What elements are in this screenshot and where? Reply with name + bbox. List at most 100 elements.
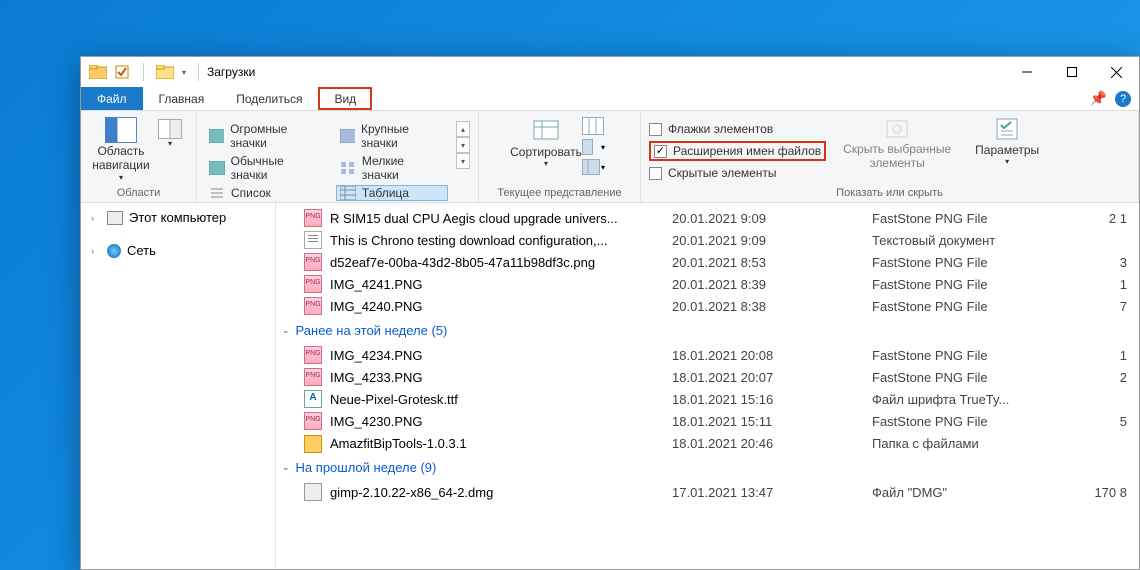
- folder-icon[interactable]: [154, 61, 176, 83]
- navpane-icon: [105, 117, 137, 143]
- sort-button[interactable]: Сортировать ▾: [514, 115, 578, 168]
- tab-file[interactable]: Файл: [81, 87, 143, 110]
- file-name: d52eaf7e-00ba-43d2-8b05-47a11b98df3c.png: [330, 255, 672, 270]
- titlebar: ▾ Загрузки: [81, 57, 1139, 87]
- chevron-down-icon: ▾: [119, 173, 123, 182]
- file-name: IMG_4230.PNG: [330, 414, 672, 429]
- columns-button[interactable]: [582, 117, 605, 135]
- sort-icon: [532, 117, 560, 143]
- file-row[interactable]: A Neue-Pixel-Grotesk.ttf18.01.2021 15:16Ф…: [276, 388, 1139, 410]
- checkbox-file-extensions[interactable]: Расширения имен файлов: [649, 141, 826, 161]
- chevron-down-icon: ▾: [1005, 157, 1009, 166]
- file-row[interactable]: PNGd52eaf7e-00ba-43d2-8b05-47a11b98df3c.…: [276, 251, 1139, 273]
- file-type: FastStone PNG File: [872, 211, 1047, 226]
- file-date: 18.01.2021 15:16: [672, 392, 872, 407]
- png-icon: PNG: [304, 275, 322, 293]
- checkbox-hidden-items[interactable]: Скрытые элементы: [649, 163, 826, 183]
- minimize-button[interactable]: [1004, 57, 1049, 87]
- png-icon: PNG: [304, 297, 322, 315]
- qat-dropdown-icon[interactable]: ▾: [178, 61, 190, 83]
- pin-icon[interactable]: 📌: [1090, 90, 1107, 107]
- tab-view[interactable]: Вид: [318, 87, 372, 110]
- file-size: 1: [1047, 348, 1139, 363]
- pc-icon: [107, 211, 123, 225]
- txt-icon: [304, 231, 322, 249]
- layout-small[interactable]: Мелкие значки: [336, 153, 448, 183]
- file-type: FastStone PNG File: [872, 414, 1047, 429]
- qat-checkbox-icon[interactable]: [111, 61, 133, 83]
- chevron-down-icon: ▾: [544, 159, 548, 168]
- file-row[interactable]: PNGIMG_4241.PNG20.01.2021 8:39FastStone …: [276, 273, 1139, 295]
- file-name: R SIM15 dual CPU Aegis cloud upgrade uni…: [330, 211, 672, 226]
- png-icon: PNG: [304, 368, 322, 386]
- chevron-right-icon: ›: [91, 246, 101, 256]
- layout-large[interactable]: Крупные значки: [336, 121, 448, 151]
- file-group-header[interactable]: ⌄Ранее на этой неделе (5): [276, 317, 1139, 344]
- file-list: PNG R SIM15 dual CPU Aegis cloud upgrade …: [276, 203, 1139, 569]
- explorer-icon[interactable]: [87, 61, 109, 83]
- addcolumn-button[interactable]: ▾: [582, 139, 605, 155]
- nav-this-pc[interactable]: › Этот компьютер: [81, 207, 275, 228]
- file-row[interactable]: PNGIMG_4240.PNG20.01.2021 8:38FastStone …: [276, 295, 1139, 317]
- navpane-button[interactable]: Область навигации ▾: [89, 115, 153, 182]
- file-type: Файл шрифта TrueTy...: [872, 392, 1047, 407]
- hide-icon: [883, 117, 911, 141]
- png-icon: PNG: [304, 346, 322, 364]
- file-type: FastStone PNG File: [872, 277, 1047, 292]
- group-showhide-label: Показать или скрыть: [641, 186, 1138, 202]
- network-icon: [107, 244, 121, 258]
- layout-scroll[interactable]: ▴▾▾: [456, 121, 470, 169]
- window-title: Загрузки: [207, 65, 255, 79]
- chevron-down-icon: ⌄: [282, 325, 290, 336]
- file-size: 2: [1047, 370, 1139, 385]
- file-row[interactable]: AmazfitBipTools-1.0.3.118.01.2021 20:46П…: [276, 432, 1139, 454]
- tab-share[interactable]: Поделиться: [220, 87, 318, 110]
- group-currentview-label: Текущее представление: [479, 186, 640, 202]
- panes-button[interactable]: ▾: [157, 115, 183, 148]
- options-button[interactable]: Параметры ▾: [968, 115, 1046, 166]
- file-row[interactable]: This is Chrono testing download configur…: [276, 229, 1139, 251]
- content-area: › Этот компьютер › Сеть PNG R SIM15 dual …: [81, 203, 1139, 569]
- file-row[interactable]: PNGIMG_4230.PNG18.01.2021 15:11FastStone…: [276, 410, 1139, 432]
- group-regions-label: Области: [81, 186, 196, 202]
- checkbox-item-checkboxes[interactable]: Флажки элементов: [649, 119, 826, 139]
- file-size: 170 8: [1047, 485, 1139, 500]
- file-row[interactable]: gimp-2.10.22-x86_64-2.dmg17.01.2021 13:4…: [276, 481, 1139, 503]
- ribbon: Область навигации ▾ ▾ Области Огромные з…: [81, 111, 1139, 203]
- file-row[interactable]: PNGIMG_4233.PNG18.01.2021 20:07FastStone…: [276, 366, 1139, 388]
- chevron-down-icon: ⌄: [282, 462, 290, 473]
- file-date: 20.01.2021 9:09: [672, 211, 872, 226]
- layout-huge[interactable]: Огромные значки: [205, 121, 326, 151]
- file-name: IMG_4240.PNG: [330, 299, 672, 314]
- tab-home[interactable]: Главная: [143, 87, 221, 110]
- close-button[interactable]: [1094, 57, 1139, 87]
- help-icon[interactable]: ?: [1115, 91, 1131, 107]
- panes-icon: [158, 119, 182, 139]
- file-type: Папка с файлами: [872, 436, 1047, 451]
- file-name: Neue-Pixel-Grotesk.ttf: [330, 392, 672, 407]
- font-icon: A: [304, 390, 322, 408]
- layout-medium[interactable]: Обычные значки: [205, 153, 326, 183]
- explorer-window: ▾ Загрузки Файл Главная Поделиться Вид 📌…: [80, 56, 1140, 570]
- layout-table[interactable]: Таблица: [336, 185, 448, 201]
- file-row[interactable]: PNG R SIM15 dual CPU Aegis cloud upgrade …: [276, 207, 1139, 229]
- file-name: IMG_4234.PNG: [330, 348, 672, 363]
- file-date: 20.01.2021 8:39: [672, 277, 872, 292]
- png-icon: PNG: [304, 209, 322, 227]
- file-date: 18.01.2021 20:46: [672, 436, 872, 451]
- file-name: This is Chrono testing download configur…: [330, 233, 672, 248]
- layout-list[interactable]: Список: [205, 185, 326, 201]
- file-date: 18.01.2021 20:08: [672, 348, 872, 363]
- file-date: 18.01.2021 20:07: [672, 370, 872, 385]
- fitcolumns-button[interactable]: ▾: [582, 159, 605, 175]
- file-group-header[interactable]: ⌄На прошлой неделе (9): [276, 454, 1139, 481]
- file-type: FastStone PNG File: [872, 255, 1047, 270]
- maximize-button[interactable]: [1049, 57, 1094, 87]
- file-row[interactable]: PNGIMG_4234.PNG18.01.2021 20:08FastStone…: [276, 344, 1139, 366]
- file-size: 3: [1047, 255, 1139, 270]
- ribbon-tabs: Файл Главная Поделиться Вид 📌 ?: [81, 87, 1139, 111]
- chevron-down-icon: ▾: [168, 139, 172, 148]
- hide-selected-button[interactable]: Скрыть выбранные элементы: [842, 115, 952, 171]
- png-icon: PNG: [304, 412, 322, 430]
- nav-network[interactable]: › Сеть: [81, 240, 275, 261]
